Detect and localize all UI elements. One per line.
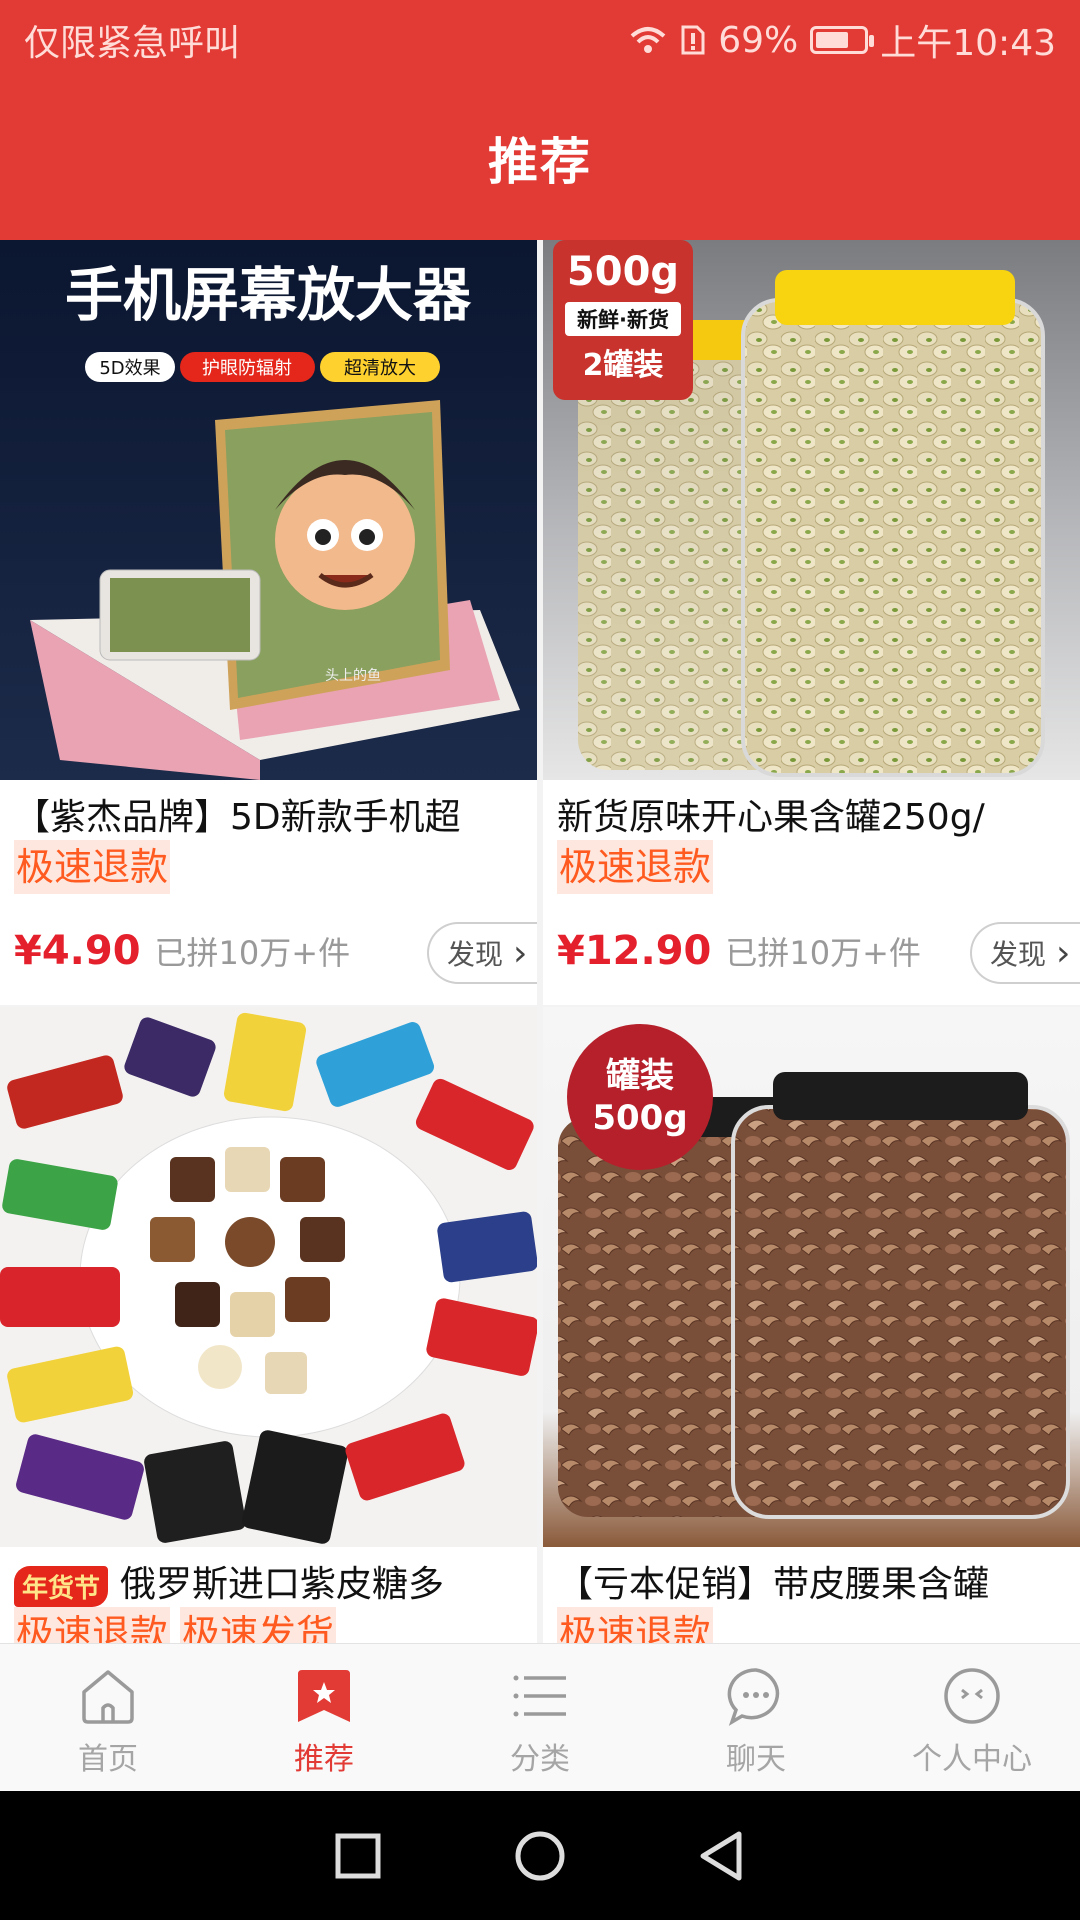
- tab-label: 聊天: [726, 1742, 786, 1777]
- image-headline: 手机屏幕放大器: [65, 261, 472, 329]
- product-price: ¥12.90: [557, 928, 712, 974]
- image-weight: 500g: [567, 249, 679, 295]
- svg-text:2罐装: 2罐装: [583, 348, 664, 383]
- product-title[interactable]: 年货节 俄罗斯进口紫皮糖多: [14, 1555, 530, 1607]
- svg-text:超清放大: 超清放大: [344, 358, 416, 379]
- product-image[interactable]: 罐装 500g: [543, 1007, 1080, 1547]
- recent-apps-icon[interactable]: [333, 1831, 383, 1881]
- fast-shipping-tag: 极速发货: [180, 1607, 337, 1643]
- product-title[interactable]: 【亏本促销】带皮腰果含罐: [557, 1555, 1073, 1607]
- refund-tag: 极速退款: [14, 1607, 171, 1643]
- recommend-icon: [298, 1670, 350, 1722]
- product-grid[interactable]: 手机屏幕放大器 5D效果 护眼防辐射 超清放大 头上的鱼 【紫杰品牌】5D新款手…: [0, 240, 1080, 1643]
- product-tags: 极速退款: [557, 840, 714, 894]
- tab-category[interactable]: 分类: [432, 1644, 648, 1792]
- product-tags: 极速退款: [14, 840, 171, 894]
- svg-text:头上的鱼: 头上的鱼: [325, 667, 381, 684]
- sold-count: 已拼10万+件: [725, 934, 921, 972]
- product-card[interactable]: 500g 新鲜·新货 2罐装 新货原味开心果含罐250g/ 极速退款 ¥12.9…: [543, 240, 1080, 1005]
- category-list-icon: [513, 1675, 566, 1717]
- profile-face-icon: [944, 1668, 1000, 1724]
- header-bar: 推荐: [0, 75, 1080, 240]
- status-left-text: 仅限紧急呼叫: [24, 23, 241, 64]
- product-card[interactable]: 手机屏幕放大器 5D效果 护眼防辐射 超清放大 头上的鱼 【紫杰品牌】5D新款手…: [0, 240, 537, 1005]
- system-navigation-bar: [0, 1791, 1080, 1920]
- svg-text:500g: 500g: [592, 1098, 687, 1138]
- battery-icon: [810, 26, 875, 54]
- tab-label: 首页: [78, 1742, 138, 1777]
- product-card[interactable]: 年货节 俄罗斯进口紫皮糖多 极速退款 极速发货: [0, 1007, 537, 1643]
- tab-profile[interactable]: 个人中心: [864, 1644, 1080, 1792]
- product-image[interactable]: 500g 新鲜·新货 2罐装: [543, 240, 1080, 780]
- find-button[interactable]: 发现 ›: [970, 922, 1080, 984]
- tab-label: 推荐: [294, 1742, 354, 1777]
- product-tags: 极速退款 极速发货: [14, 1607, 337, 1643]
- page-title: 推荐: [488, 132, 592, 191]
- tab-label: 个人中心: [912, 1742, 1032, 1777]
- product-image[interactable]: [0, 1007, 537, 1547]
- svg-text:5D效果: 5D效果: [99, 358, 160, 379]
- wifi-icon: [630, 27, 666, 53]
- battery-level: [816, 32, 849, 48]
- refund-tag: 极速退款: [557, 1607, 714, 1643]
- product-card[interactable]: 罐装 500g 【亏本促销】带皮腰果含罐 极速退款: [543, 1007, 1080, 1643]
- price-line: ¥4.90 已拼10万+件: [14, 928, 350, 974]
- tab-label: 分类: [510, 1742, 570, 1777]
- tab-home[interactable]: 首页: [0, 1644, 216, 1792]
- product-title[interactable]: 新货原味开心果含罐250g/: [557, 788, 1073, 840]
- find-label: 发现: [990, 938, 1047, 971]
- sim-alert-icon: [681, 25, 705, 55]
- home-circle-icon[interactable]: [513, 1829, 567, 1883]
- chat-bubble-icon: [727, 1668, 780, 1726]
- svg-text:新鲜·新货: 新鲜·新货: [577, 308, 669, 332]
- svg-text:罐装: 罐装: [606, 1056, 674, 1096]
- price-line: ¥12.90 已拼10万+件: [557, 928, 921, 974]
- new-year-festival-badge: 年货节: [14, 1565, 109, 1607]
- back-triangle-icon[interactable]: [697, 1829, 747, 1883]
- chevron-right-icon: ›: [513, 932, 528, 974]
- product-title[interactable]: 【紫杰品牌】5D新款手机超: [14, 788, 530, 840]
- sold-count: 已拼10万+件: [154, 934, 351, 972]
- product-tags: 极速退款: [557, 1607, 714, 1643]
- tab-chat[interactable]: 聊天: [648, 1644, 864, 1792]
- find-label: 发现: [447, 938, 504, 971]
- refund-tag: 极速退款: [14, 840, 171, 894]
- battery-percent: 69%: [718, 19, 799, 61]
- status-right: 69% 上午10:43: [628, 14, 1056, 66]
- find-button[interactable]: 发现 ›: [427, 922, 537, 984]
- product-image[interactable]: 手机屏幕放大器 5D效果 护眼防辐射 超清放大 头上的鱼: [0, 240, 537, 780]
- home-icon: [82, 1670, 134, 1724]
- status-time: 上午10:43: [880, 23, 1056, 64]
- tab-recommend[interactable]: 推荐: [216, 1644, 432, 1792]
- product-price: ¥4.90: [14, 928, 141, 974]
- bottom-tab-bar: 首页 推荐 分类 聊天 个人中心: [0, 1643, 1080, 1792]
- svg-text:护眼防辐射: 护眼防辐射: [202, 358, 292, 379]
- chevron-right-icon: ›: [1056, 932, 1071, 974]
- refund-tag: 极速退款: [557, 840, 714, 894]
- status-bar: 仅限紧急呼叫 69% 上午10:43: [0, 0, 1080, 75]
